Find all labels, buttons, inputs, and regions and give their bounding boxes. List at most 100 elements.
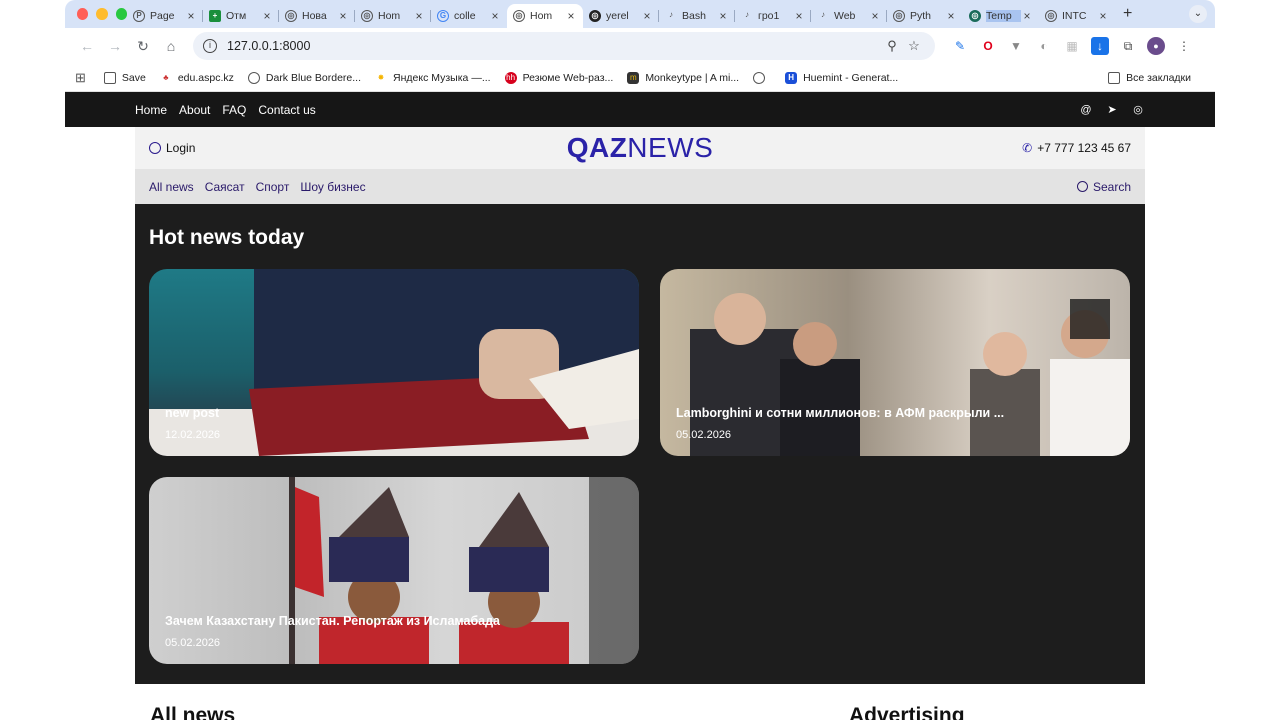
url-text[interactable]: 127.0.0.1:8000 xyxy=(227,39,881,53)
search-button[interactable]: Search xyxy=(1076,180,1131,194)
close-tab-icon[interactable]: × xyxy=(869,9,881,23)
avatar[interactable]: ● xyxy=(1147,37,1165,55)
instagram-icon[interactable]: ◎ xyxy=(1131,103,1145,117)
tab-title: Отм xyxy=(226,10,247,22)
extension-grid-icon[interactable]: ▦ xyxy=(1063,37,1081,55)
close-tab-icon[interactable]: × xyxy=(793,9,805,23)
close-tab-icon[interactable]: × xyxy=(261,9,273,23)
home-icon[interactable]: ⌂ xyxy=(157,38,185,54)
extension-icon[interactable]: ◐ xyxy=(1035,37,1053,55)
bookmark-folder-save[interactable]: Save xyxy=(103,71,146,84)
extension-pen-icon[interactable]: ✎ xyxy=(951,37,969,55)
category-all-news[interactable]: All news xyxy=(149,180,194,194)
news-card[interactable]: Зачем Казахстану Пакистан. Репортаж из И… xyxy=(149,477,639,664)
close-tab-icon[interactable]: × xyxy=(945,9,957,23)
reload-icon[interactable]: ↻ xyxy=(129,38,157,55)
site-info-icon[interactable]: i xyxy=(203,39,217,53)
login-link[interactable]: Login xyxy=(149,141,195,155)
bookmark-favicon: ♣ xyxy=(163,72,169,82)
close-tab-icon[interactable]: × xyxy=(641,9,653,23)
browser-tab[interactable]: ♪ Web × xyxy=(811,4,887,28)
site-logo[interactable]: QAZNEWS xyxy=(567,132,714,164)
advertising-heading: Advertising xyxy=(849,704,965,720)
download-extension-icon[interactable]: ↓ xyxy=(1091,37,1109,55)
sheets-icon: + xyxy=(209,10,221,22)
bookmark-star-icon[interactable]: ☆ xyxy=(903,38,925,54)
close-tab-icon[interactable]: × xyxy=(185,9,197,23)
browser-tab[interactable]: + Отм × xyxy=(203,4,279,28)
all-bookmarks-folder[interactable]: Все закладки xyxy=(1108,71,1191,84)
apps-grid-icon[interactable]: ⊞ xyxy=(75,70,86,86)
bookmark-hh[interactable]: hh Резюме Web-раз... xyxy=(504,71,614,84)
maximize-window-button[interactable] xyxy=(115,8,127,20)
news-card[interactable]: new post 12.02.2026 xyxy=(149,269,639,456)
tab-strip: P Page × + Отм × ◎ Нова × ◎ Hom × Gcolle × ◎ Hom × … xyxy=(65,0,1215,28)
nav-link-faq[interactable]: FAQ xyxy=(222,103,246,117)
folder-icon xyxy=(1108,71,1121,84)
back-arrow-icon[interactable]: ← xyxy=(73,38,101,54)
browser-tab[interactable]: ◎ Hom × xyxy=(355,4,431,28)
browser-tab[interactable]: ◎ Temp × xyxy=(963,4,1039,28)
category-show-business[interactable]: Шоу бизнес xyxy=(300,180,365,194)
tab-title: colle xyxy=(454,10,476,22)
browser-tab[interactable]: P Page × xyxy=(127,4,203,28)
bookmark-edu[interactable]: ♣ edu.aspc.kz xyxy=(160,72,234,84)
globe-icon: ◎ xyxy=(513,10,525,22)
category-sport[interactable]: Спорт xyxy=(256,180,290,194)
close-tab-icon[interactable]: × xyxy=(1097,9,1109,23)
address-bar[interactable]: i 127.0.0.1:8000 ⚲ ☆ xyxy=(193,32,935,60)
bookmark-label: Резюме Web-раз... xyxy=(522,71,614,84)
menu-kebab-icon[interactable]: ⋮ xyxy=(1175,37,1193,55)
yandex-music-icon: ✸ xyxy=(377,72,385,82)
close-tab-icon[interactable]: × xyxy=(337,9,349,23)
web-page: Home About FAQ Contact us @ ➤ ◎ Login QA… xyxy=(65,92,1215,720)
browser-tab[interactable]: ◎ INTC × xyxy=(1039,4,1115,28)
tab-title: Hom xyxy=(378,10,401,22)
close-tab-icon[interactable]: × xyxy=(489,9,501,23)
category-politics[interactable]: Саясат xyxy=(205,180,245,194)
tab-title: Web xyxy=(834,10,856,22)
tab-title: гро1 xyxy=(758,10,780,22)
tab-search-chevron-icon[interactable]: ⌄ xyxy=(1189,5,1207,23)
minimize-window-button[interactable] xyxy=(96,8,108,20)
nav-link-home[interactable]: Home xyxy=(135,103,167,117)
news-card[interactable]: Lamborghini и сотни миллионов: в АФМ рас… xyxy=(660,269,1130,456)
forward-arrow-icon[interactable]: → xyxy=(101,38,129,54)
browser-tab-active[interactable]: ◎ Hom × xyxy=(507,4,583,28)
extensions-puzzle-icon[interactable]: ⧉ xyxy=(1119,37,1137,55)
all-news-heading: All news xyxy=(150,704,236,720)
logo-thin-text: NEWS xyxy=(627,132,714,163)
close-window-button[interactable] xyxy=(77,8,89,20)
browser-tab[interactable]: Gcolle × xyxy=(431,4,507,28)
bookmark-monkeytype[interactable]: m Monkeytype | A mi... xyxy=(627,71,739,84)
tab-title: Hom xyxy=(530,10,553,22)
close-tab-icon[interactable]: × xyxy=(565,9,577,23)
bookmark-globe[interactable] xyxy=(753,71,771,84)
tab-title: INTC xyxy=(1062,10,1087,22)
browser-tab[interactable]: ♪ Bash × xyxy=(659,4,735,28)
nav-link-about[interactable]: About xyxy=(179,103,210,117)
telegram-icon[interactable]: ➤ xyxy=(1105,103,1119,117)
browser-tab[interactable]: ♪ гро1 × xyxy=(735,4,811,28)
browser-tab[interactable]: ◎ Pyth × xyxy=(887,4,963,28)
nav-link-contact[interactable]: Contact us xyxy=(258,103,315,117)
bookmark-dark-blue[interactable]: Dark Blue Bordere... xyxy=(247,71,361,84)
close-tab-icon[interactable]: × xyxy=(717,9,729,23)
close-tab-icon[interactable]: × xyxy=(1021,9,1033,23)
google-icon: G xyxy=(437,10,449,22)
tab-title: Pyth xyxy=(910,10,932,22)
bookmark-label: edu.aspc.kz xyxy=(177,71,234,84)
bookmark-yandex-music[interactable]: ✸ Яндекс Музыка —... xyxy=(375,72,491,84)
news-image xyxy=(690,293,1130,456)
threads-icon[interactable]: @ xyxy=(1079,103,1093,117)
browser-tab[interactable]: ◎ Нова × xyxy=(279,4,355,28)
close-tab-icon[interactable]: × xyxy=(413,9,425,23)
new-tab-button[interactable]: + xyxy=(1123,5,1132,23)
zoom-icon[interactable]: ⚲ xyxy=(881,38,903,54)
phone-contact[interactable]: ✆ +7 777 123 45 67 xyxy=(1022,141,1131,155)
browser-tab[interactable]: ◎ yerel × xyxy=(583,4,659,28)
globe-icon xyxy=(247,71,260,84)
vue-extension-icon[interactable]: ▼ xyxy=(1007,37,1025,55)
bookmark-huemint[interactable]: H Huemint - Generat... xyxy=(785,71,898,84)
opera-extension-icon[interactable]: O xyxy=(979,37,997,55)
